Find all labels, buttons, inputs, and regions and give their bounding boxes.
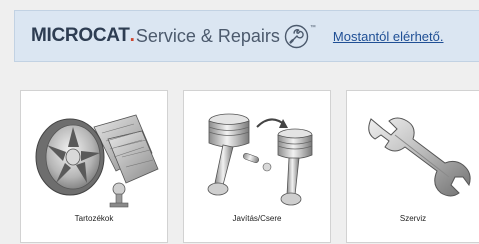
brand-dot: .	[129, 25, 135, 46]
tile-service[interactable]: Szerviz	[346, 90, 479, 243]
trademark-symbol: ™	[309, 25, 316, 31]
tile-repair-replace-label: Javítás/Csere	[232, 214, 282, 223]
brand-name: MICROCAT	[31, 25, 130, 46]
tile-repair-replace[interactable]: Javítás/Csere	[183, 90, 331, 243]
tile-accessories-label: Tartozékok	[74, 214, 114, 223]
microcat-banner: MICROCAT . Service & Repairs ™ Mostantól…	[14, 10, 479, 62]
tile-accessories[interactable]: Tartozékok	[20, 90, 168, 243]
brand-subtitle: Service & Repairs	[135, 25, 280, 46]
accessories-wheel-mats-icon	[21, 95, 167, 213]
microcat-logo: MICROCAT . Service & Repairs ™	[31, 24, 316, 49]
piston-repair-icon	[184, 95, 330, 213]
wrench-circle-icon: ™	[284, 24, 316, 49]
tile-service-label: Szerviz	[399, 214, 427, 223]
available-now-link[interactable]: Mostantól elérhető.	[333, 29, 444, 44]
wrench-service-icon	[347, 95, 479, 213]
